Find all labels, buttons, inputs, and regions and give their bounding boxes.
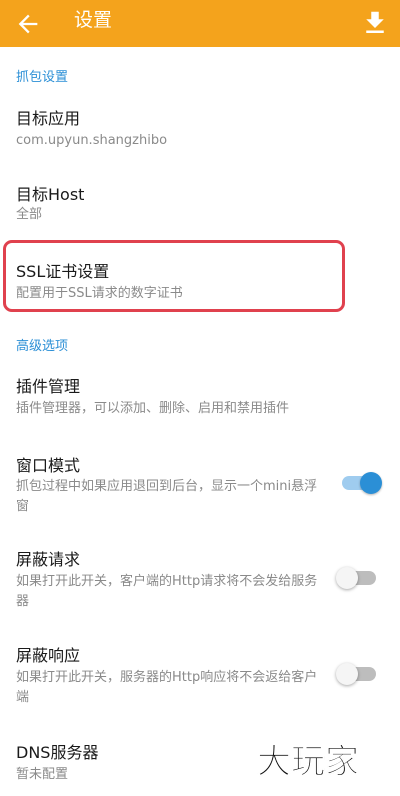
section-header-advanced: 高级选项	[16, 339, 69, 354]
setting-summary: 如果打开此开关，服务器的Http响应将不会返给客户端	[16, 670, 318, 705]
highlight-box	[3, 240, 345, 312]
setting-summary: com.upyun.shangzhibo	[16, 133, 168, 148]
block-request-toggle[interactable]	[336, 567, 376, 589]
page-title: 设置	[74, 9, 113, 31]
setting-title: 插件管理	[16, 377, 81, 396]
section-header-capture: 抓包设置	[16, 70, 69, 85]
toggle-knob	[336, 567, 358, 589]
app-bar: 设置	[0, 0, 400, 47]
setting-target-host[interactable]: 目标Host 全部	[0, 172, 400, 242]
setting-title: DNS服务器	[16, 743, 99, 762]
setting-title: 屏蔽响应	[16, 646, 81, 665]
setting-block-request[interactable]: 屏蔽请求 如果打开此开关，客户端的Http请求将不会发给服务器	[0, 536, 400, 616]
toggle-knob	[336, 663, 358, 685]
setting-block-response[interactable]: 屏蔽响应 如果打开此开关，服务器的Http响应将不会返给客户端	[0, 632, 400, 712]
setting-title: 目标Host	[16, 185, 85, 204]
setting-title: 目标应用	[16, 109, 81, 128]
setting-summary: 如果打开此开关，客户端的Http请求将不会发给服务器	[16, 574, 318, 609]
setting-summary: 插件管理器，可以添加、删除、启用和禁用插件	[16, 401, 290, 416]
watermark-logo: 大玩家	[257, 742, 360, 783]
setting-summary: 全部	[16, 207, 43, 222]
setting-target-app[interactable]: 目标应用 com.upyun.shangzhibo	[0, 95, 400, 165]
setting-window-mode[interactable]: 窗口模式 抓包过程中如果应用退回到后台，显示一个mini悬浮窗	[0, 441, 400, 521]
block-response-toggle[interactable]	[336, 663, 376, 685]
setting-plugins[interactable]: 插件管理 插件管理器，可以添加、删除、启用和禁用插件	[0, 364, 400, 430]
setting-summary: 抓包过程中如果应用退回到后台，显示一个mini悬浮窗	[16, 479, 318, 514]
toggle-knob	[360, 472, 382, 494]
watermark-text: 大玩家	[257, 742, 359, 782]
download-icon[interactable]	[360, 8, 390, 38]
setting-title: 屏蔽请求	[16, 550, 81, 569]
setting-title: 窗口模式	[16, 456, 81, 475]
window-mode-toggle[interactable]	[342, 472, 382, 494]
arrow-left-icon[interactable]	[14, 10, 42, 38]
